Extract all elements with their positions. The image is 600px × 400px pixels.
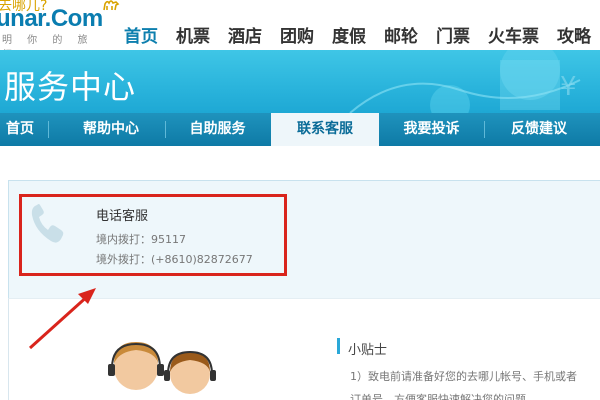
sub-nav: 首页 帮助中心 自助服务 联系客服 我要投诉 反馈建议 (0, 113, 600, 146)
highlight-annotation-box (19, 194, 287, 276)
main-nav: 首页 机票 酒店 团购 度假 邮轮 门票 火车票 攻略 (124, 22, 600, 47)
tips-line-2: 订单号，方便客服快速解决您的问题。 (350, 393, 537, 400)
sub-nav-contact-service[interactable]: 联系客服 (271, 113, 379, 146)
sub-nav-help-center[interactable]: 帮助中心 (56, 113, 166, 146)
top-header: 去哪儿? unar.Com 明 你 的 旅 行 首页 机票 酒店 团购 度假 邮… (0, 0, 600, 61)
sub-nav-feedback[interactable]: 反馈建议 (484, 113, 594, 146)
sub-nav-home[interactable]: 首页 (0, 113, 40, 146)
main-nav-vacation[interactable]: 度假 (332, 22, 366, 47)
customer-service-agents-illustration (108, 342, 216, 394)
site-logo[interactable]: 去哪儿? unar.Com 明 你 的 旅 行 (0, 0, 120, 61)
banner-decoration: ¥ (349, 50, 581, 113)
tips-line-1: 1）致电前请准备好您的去哪儿帐号、手机或者 (350, 370, 577, 383)
svg-text:¥: ¥ (560, 72, 577, 102)
main-nav-home[interactable]: 首页 (124, 22, 158, 47)
main-nav-guides[interactable]: 攻略 (557, 22, 591, 47)
main-nav-tickets[interactable]: 门票 (436, 22, 470, 47)
camel-logo-icon (103, 0, 120, 11)
main-nav-hotels[interactable]: 酒店 (228, 22, 262, 47)
sub-nav-self-service[interactable]: 自助服务 (165, 113, 270, 146)
main-nav-cruise[interactable]: 邮轮 (384, 22, 418, 47)
sub-nav-separator (48, 121, 49, 138)
main-nav-flights[interactable]: 机票 (176, 22, 210, 47)
service-center-banner: ¥ 服务中心 (0, 50, 600, 113)
sub-nav-complaint[interactable]: 我要投诉 (379, 113, 484, 146)
logo-wordmark: unar.Com (0, 5, 103, 32)
page-title: 服务中心 (4, 68, 137, 106)
tips-accent-bar (337, 338, 340, 354)
main-nav-group-buy[interactable]: 团购 (280, 22, 314, 47)
tips-title: 小贴士 (348, 343, 388, 358)
main-nav-train[interactable]: 火车票 (488, 22, 539, 47)
